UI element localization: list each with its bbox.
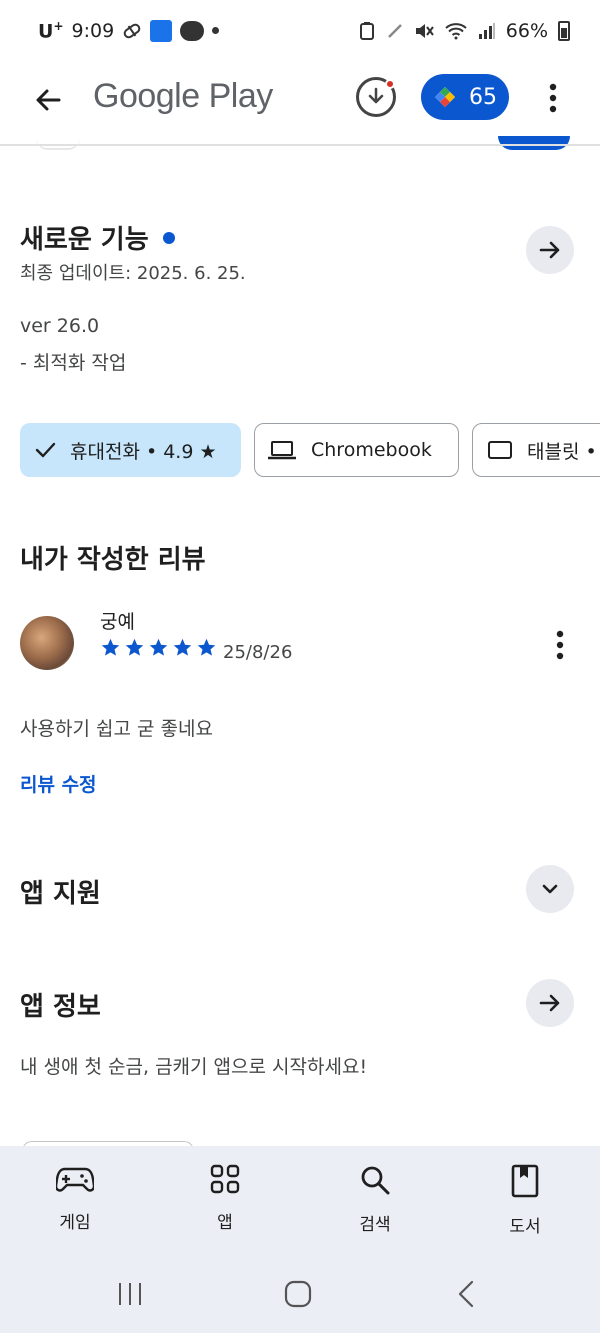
carrier-name: U	[38, 20, 54, 43]
chevron-left-icon	[458, 1280, 474, 1308]
release-notes-text: - 최적화 작업	[20, 352, 127, 374]
new-indicator-dot	[162, 231, 175, 244]
app-support-heading: 앱 지원	[20, 879, 101, 909]
nav-item-games[interactable]: 게임	[0, 1146, 150, 1256]
app-info-arrow-button[interactable]	[526, 979, 574, 1027]
more-vert-icon	[549, 83, 557, 113]
star-icon	[149, 638, 168, 656]
app-notification-icon	[150, 19, 173, 42]
last-updated-text: 최종 업데이트: 2025. 6. 25.	[20, 263, 246, 284]
nav-label-games: 게임	[59, 1213, 91, 1233]
nav-item-books[interactable]: 도서	[450, 1146, 600, 1256]
system-navigation-bar	[0, 1256, 600, 1333]
star-icon	[197, 638, 216, 656]
gamepad-icon	[56, 1167, 94, 1192]
nav-label-search: 검색	[359, 1215, 391, 1235]
search-icon	[361, 1166, 390, 1195]
device-chip-tablet[interactable]: 태블릿 • 4	[472, 423, 600, 477]
home-button[interactable]	[278, 1276, 318, 1312]
device-chip-label: 태블릿 • 4	[527, 440, 600, 463]
home-icon	[284, 1280, 312, 1308]
nav-label-apps: 앱	[217, 1213, 233, 1233]
edit-review-link[interactable]: 리뷰 수정	[20, 770, 97, 797]
mute-icon	[414, 22, 434, 40]
rating-stars	[100, 637, 217, 658]
play-points-count: 65	[469, 84, 497, 110]
whats-new-heading: 새로운 기능	[20, 219, 175, 256]
recents-icon	[119, 1283, 141, 1305]
recycle-icon	[358, 21, 376, 41]
status-time: 9:09	[71, 19, 115, 42]
wifi-icon	[444, 22, 468, 40]
recent-apps-button[interactable]	[110, 1276, 150, 1312]
my-review-heading: 내가 작성한 리뷰	[20, 545, 206, 575]
more-notifications-dot	[212, 27, 220, 35]
laptop-icon	[268, 441, 296, 460]
star-icon	[101, 638, 120, 656]
app-description: 내 생애 첫 순금, 금캐기 앱으로 시작하세요!	[20, 1056, 368, 1078]
reviewer-name: 궁예	[100, 611, 135, 633]
bottom-navigation: 게임 앱 검색 도서	[0, 1146, 600, 1256]
avatar	[20, 616, 74, 670]
system-back-button[interactable]	[446, 1276, 486, 1312]
battery-icon	[558, 21, 570, 41]
app-bar-divider	[0, 144, 600, 146]
arrow-back-icon	[36, 89, 61, 111]
nav-item-apps[interactable]: 앱	[150, 1146, 300, 1256]
device-chip-label: Chromebook	[311, 439, 432, 461]
book-icon	[511, 1164, 539, 1198]
app-support-expand-button[interactable]	[526, 865, 574, 913]
play-points-icon	[435, 87, 455, 107]
app-info-heading: 앱 정보	[20, 992, 101, 1022]
talk-icon	[180, 20, 205, 41]
whats-new-title: 새로운 기능	[20, 225, 149, 255]
arrow-forward-icon	[539, 241, 560, 259]
review-options-button[interactable]	[545, 625, 575, 665]
signal-icon	[478, 22, 496, 40]
pen-off-icon	[386, 22, 404, 40]
check-icon	[35, 442, 56, 458]
tablet-icon	[488, 441, 512, 459]
play-points-button[interactable]: 65	[421, 74, 509, 120]
star-icon	[125, 638, 144, 656]
status-bar: U+ 9:09 66%	[0, 0, 600, 62]
battery-percent: 66%	[505, 20, 548, 42]
device-chip-label: 휴대전화 • 4.9 ★	[70, 440, 217, 463]
more-options-button[interactable]	[538, 78, 568, 118]
download-badge-dot	[385, 79, 395, 89]
device-chip-chromebook[interactable]: Chromebook	[254, 423, 459, 477]
back-button[interactable]	[28, 80, 68, 120]
carrier-label: U+	[38, 19, 64, 42]
apps-grid-icon	[210, 1164, 240, 1194]
arrow-forward-icon	[539, 994, 560, 1012]
app-bar: Google Play 65	[0, 62, 600, 142]
device-chip-phone[interactable]: 휴대전화 • 4.9 ★	[20, 423, 241, 477]
more-vert-icon	[556, 630, 564, 660]
nav-label-books: 도서	[509, 1217, 541, 1237]
scrolled-button-edge	[498, 136, 570, 150]
download-icon	[368, 87, 384, 104]
review-text: 사용하기 쉽고 굳 좋네요	[20, 718, 213, 740]
whats-new-arrow-button[interactable]	[526, 226, 574, 274]
google-play-logo: Google Play	[93, 77, 273, 115]
star-icon	[173, 638, 192, 656]
pill-icon	[122, 21, 142, 41]
chevron-down-icon	[542, 884, 558, 894]
review-date: 25/8/26	[223, 642, 293, 663]
nav-item-search[interactable]: 검색	[300, 1146, 450, 1256]
version-text: ver 26.0	[20, 315, 100, 337]
carrier-sup: +	[53, 19, 64, 34]
